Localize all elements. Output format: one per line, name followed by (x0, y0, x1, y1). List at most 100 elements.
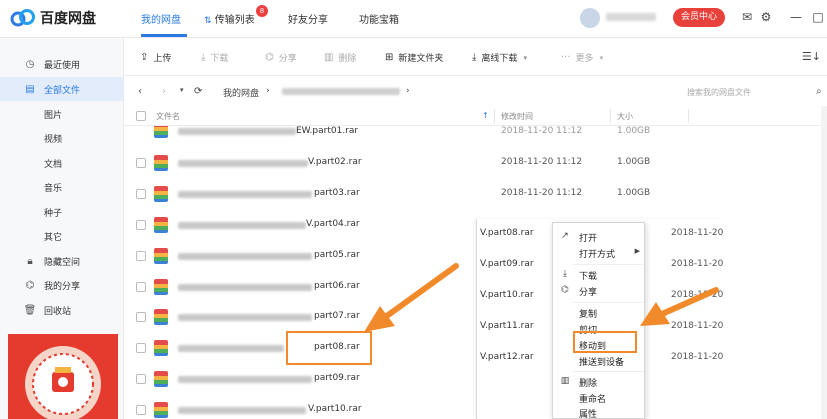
rar-file-icon (154, 402, 168, 418)
menu-item-download[interactable]: ⤓ 下载 (553, 267, 646, 283)
file-name-blurred (178, 222, 306, 229)
search-icon[interactable]: ⌕ (816, 86, 822, 97)
row-checkbox[interactable] (136, 343, 146, 353)
menu-item-properties[interactable]: 属性 (553, 405, 646, 419)
maximize-icon[interactable]: □ (810, 9, 826, 25)
offline-download-button[interactable]: ⤓ 离线下载 ▾ (472, 51, 527, 64)
download-button[interactable]: ⤓ 下载 (201, 51, 228, 64)
rar-file-icon (154, 217, 168, 233)
annotation-highlight-move-to (573, 331, 637, 353)
mail-icon[interactable]: ✉ (739, 9, 755, 25)
delete-button[interactable]: ▥ 删除 (324, 51, 356, 64)
back-icon[interactable]: ‹ (138, 86, 142, 97)
share-icon: ⌬ (561, 285, 569, 295)
upload-button[interactable]: ⇪ 上传 (140, 51, 171, 64)
menu-item-push-to-device[interactable]: 推送到设备 (553, 353, 646, 369)
sidebar-item-torrents[interactable]: 种子 (0, 200, 124, 224)
avatar[interactable] (580, 8, 600, 28)
menu-item-open[interactable]: ↗ 打开 (553, 229, 646, 245)
promo-qr-code[interactable] (8, 334, 118, 419)
file-date: 2018-11-20 11:12 (501, 188, 583, 198)
sidebar-item-recent[interactable]: ◷ 最近使用 (0, 52, 124, 76)
sidebar-item-my-share[interactable]: ⌬ 我的分享 (0, 273, 124, 297)
rar-file-icon (154, 186, 168, 202)
file-name-blurred (178, 128, 296, 135)
more-button[interactable]: ··· 更多 ▾ (561, 51, 603, 64)
breadcrumb-root[interactable]: 我的网盘 (223, 86, 259, 99)
sidebar-item-label: 我的分享 (44, 281, 81, 292)
minimize-icon[interactable]: — (788, 9, 804, 25)
sidebar-item-recycle-bin[interactable]: 🗑︎ 回收站 (0, 298, 124, 322)
history-dropdown-icon[interactable]: ▾ (180, 86, 184, 94)
rar-file-icon (154, 155, 168, 171)
new-folder-icon: ⊞ (385, 52, 394, 63)
search-input[interactable]: 搜索我的网盘文件 (687, 87, 751, 98)
sidebar-item-music[interactable]: 音乐 (0, 175, 124, 199)
menu-item-label: 重命名 (579, 395, 607, 405)
menu-item-open-with[interactable]: 打开方式 ▶ (553, 245, 646, 261)
sidebar-item-label: 全部文件 (44, 85, 81, 96)
row-checkbox[interactable] (136, 374, 146, 384)
forward-icon[interactable]: › (162, 86, 166, 97)
nav-friend-share[interactable]: 好友分享 (288, 11, 328, 26)
row-checkbox[interactable] (136, 251, 146, 261)
nav-transfer-list[interactable]: ⇅ 传输列表 (204, 11, 255, 26)
more-icon: ··· (561, 52, 571, 63)
file-name: part05.rar (314, 250, 360, 260)
file-name-blurred (178, 376, 312, 383)
menu-item-rename[interactable]: 重命名 (553, 390, 646, 406)
select-all-checkbox[interactable] (136, 111, 146, 121)
sidebar-item-images[interactable]: 图片 (0, 102, 124, 126)
row-checkbox[interactable] (136, 189, 146, 199)
table-row[interactable]: part03.rar 2018-11-20 11:12 1.00GB (124, 179, 827, 210)
sidebar-item-videos[interactable]: 视频 (0, 126, 124, 150)
row-checkbox[interactable] (136, 158, 146, 168)
sidebar-item-hidden-space[interactable]: 🔒︎ 隐藏空间 (0, 249, 124, 273)
scrollbar[interactable] (821, 106, 827, 419)
username-blurred[interactable] (606, 13, 656, 21)
chevron-down-icon: ▾ (523, 53, 527, 62)
transfer-icon: ⇅ (204, 16, 212, 26)
vip-center-button[interactable]: 会员中心 (673, 8, 725, 27)
gear-icon[interactable]: ⚙ (758, 9, 774, 25)
nav-my-netdisk[interactable]: 我的网盘 (141, 11, 181, 26)
sort-asc-icon[interactable]: ↑ (482, 111, 489, 120)
menu-item-share[interactable]: ⌬ 分享 (553, 283, 646, 299)
sidebar-item-documents[interactable]: 文档 (0, 151, 124, 175)
file-name-blurred (178, 345, 284, 352)
share-button[interactable]: ⌬ 分享 (265, 51, 297, 64)
menu-item-copy[interactable]: 复制 (553, 305, 646, 321)
trash-icon: ▥ (560, 376, 570, 386)
file-name: part06.rar (314, 281, 360, 291)
table-row[interactable]: V.part02.rar 2018-11-20 11:12 1.00GB (124, 148, 827, 179)
app-name: 百度网盘 (40, 11, 96, 27)
row-checkbox[interactable] (136, 282, 146, 292)
file-name: V.part11.rar (480, 321, 534, 331)
sidebar-item-other[interactable]: 其它 (0, 224, 124, 248)
delete-label: 删除 (338, 54, 357, 64)
column-size[interactable]: 大小 (617, 111, 633, 122)
column-modified[interactable]: 修改时间 (501, 111, 533, 122)
share-icon: ⌬ (265, 52, 274, 63)
file-name: EW.part01.rar (296, 126, 359, 136)
breadcrumb-current-blurred[interactable] (282, 88, 400, 95)
menu-item-delete[interactable]: ▥ 删除 (553, 374, 646, 390)
row-checkbox[interactable] (136, 220, 146, 230)
row-checkbox[interactable] (136, 312, 146, 322)
file-date: 2018-11-20 (671, 290, 724, 300)
column-name[interactable]: 文件名 (156, 111, 180, 122)
new-folder-button[interactable]: ⊞ 新建文件夹 (385, 51, 443, 64)
sidebar-item-all-files[interactable]: ▤ 全部文件 (0, 77, 124, 101)
sort-icon[interactable]: ☰↓ (802, 50, 821, 63)
rar-file-icon (154, 248, 168, 264)
row-checkbox[interactable] (136, 405, 146, 415)
open-icon: ↗ (561, 231, 569, 241)
file-table-header: 文件名 ↑ 修改时间 大小 (124, 106, 827, 126)
clock-icon: ◷ (25, 58, 35, 70)
nav-toolbox[interactable]: 功能宝箱 (359, 11, 399, 26)
column-divider (688, 109, 689, 123)
refresh-icon[interactable]: ⟳ (194, 86, 202, 97)
table-row[interactable]: EW.part01.rar 2018-11-20 11:12 1.00GB (124, 126, 827, 139)
transfer-badge: 8 (256, 5, 268, 17)
file-date: 2018-11-20 11:12 (501, 157, 583, 167)
